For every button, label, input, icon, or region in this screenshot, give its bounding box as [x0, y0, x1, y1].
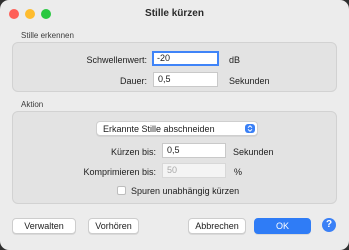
compress-label: Komprimieren bis: — [83, 167, 156, 177]
truncate-unit: Sekunden — [233, 147, 274, 157]
truncate-label: Kürzen bis: — [110, 147, 156, 157]
ok-button[interactable]: OK — [254, 218, 311, 234]
truncate-input[interactable]: 0,5 — [162, 143, 226, 158]
threshold-label: Schwellenwert: — [86, 55, 147, 65]
chevron-updown-icon — [245, 124, 255, 133]
compress-input[interactable]: 50 — [162, 163, 226, 178]
duration-label: Dauer: — [119, 76, 147, 86]
compress-unit: % — [234, 167, 243, 177]
threshold-input[interactable]: -20 — [152, 51, 219, 66]
threshold-unit: dB — [229, 55, 241, 65]
cancel-button[interactable]: Abbrechen — [188, 218, 246, 234]
action-mode-select[interactable]: Erkannte Stille abschneiden — [96, 121, 258, 136]
preview-button[interactable]: Vorhören — [88, 218, 139, 234]
duration-input[interactable]: 0,5 — [153, 72, 218, 87]
manage-button[interactable]: Verwalten — [12, 218, 76, 234]
independent-checkbox[interactable] — [117, 186, 126, 195]
duration-unit: Sekunden — [229, 76, 270, 86]
action-section-label: Aktion — [21, 100, 44, 109]
detect-section-label: Stille erkennen — [21, 31, 74, 40]
dialog-window: Stille kürzen Stille erkennen Schwellenw… — [0, 0, 349, 250]
help-icon[interactable]: ? — [322, 218, 336, 232]
action-mode-value: Erkannte Stille abschneiden — [103, 124, 215, 134]
title-bar: Stille kürzen — [0, 0, 349, 27]
independent-label: Spuren unabhängig kürzen — [131, 186, 240, 196]
window-title: Stille kürzen — [145, 8, 204, 19]
